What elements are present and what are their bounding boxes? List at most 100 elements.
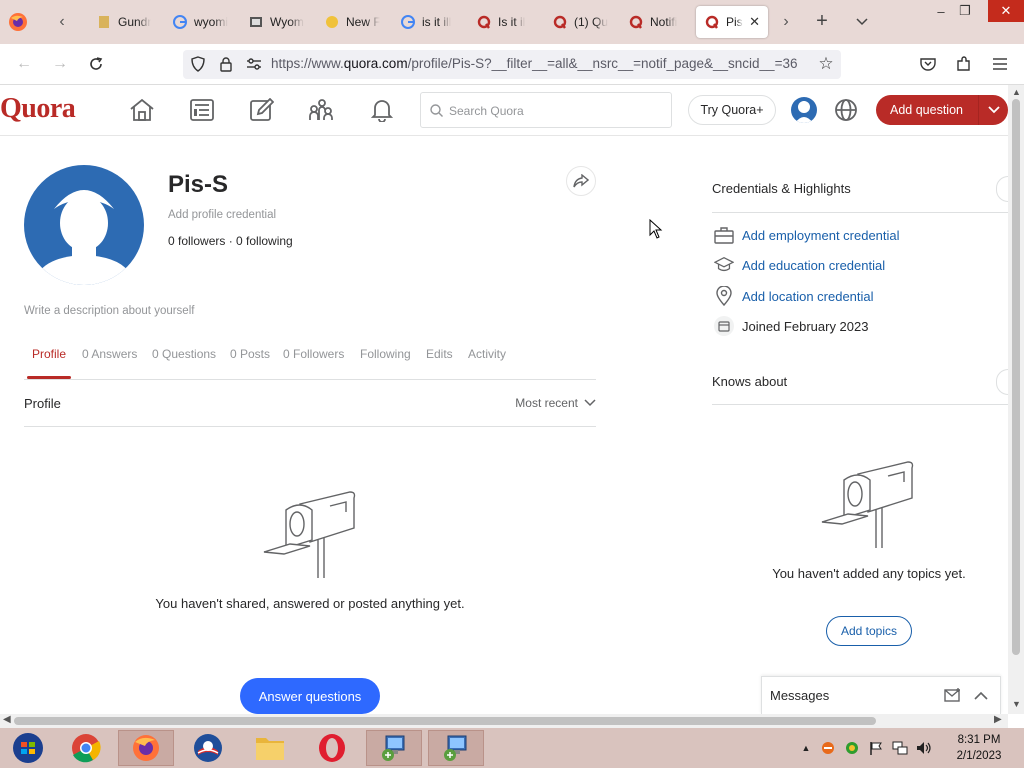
tab-posts[interactable]: 0 Posts: [230, 347, 270, 361]
spaces-people-icon[interactable]: [307, 95, 337, 125]
browser-tab-7[interactable]: (1) Qu: [552, 6, 608, 38]
pocket-icon[interactable]: [917, 53, 939, 75]
vertical-scrollbar[interactable]: ▲ ▼: [1008, 85, 1024, 714]
permissions-icon[interactable]: [243, 53, 265, 75]
scroll-right-icon[interactable]: ▶: [994, 714, 1002, 725]
tab-title: Wyom: [270, 15, 304, 29]
tab-answers[interactable]: 0 Answers: [82, 347, 137, 361]
add-question-button[interactable]: Add question: [876, 95, 1008, 125]
vertical-scrollbar-thumb[interactable]: [1012, 99, 1020, 655]
user-avatar[interactable]: [791, 97, 817, 123]
add-location-credential[interactable]: Add location credential: [714, 286, 874, 306]
add-employment-credential[interactable]: Add employment credential: [714, 225, 900, 245]
home-icon[interactable]: [127, 95, 157, 125]
obama-logo-icon[interactable]: [180, 730, 236, 766]
browser-tab-active[interactable]: Pis- ✕: [696, 6, 768, 38]
horizontal-scrollbar[interactable]: ◀ ▶: [0, 714, 1008, 728]
new-tab-icon[interactable]: +: [812, 10, 832, 32]
reload-icon[interactable]: [85, 53, 107, 75]
tab-scroll-left-icon[interactable]: ‹: [52, 12, 72, 32]
add-education-credential[interactable]: Add education credential: [714, 255, 885, 275]
profile-avatar[interactable]: [24, 165, 144, 285]
browser-tab-5[interactable]: is it ill: [400, 6, 451, 38]
try-quora-plus-button[interactable]: Try Quora+: [688, 95, 776, 125]
browser-tab-1[interactable]: Gundr: [96, 6, 151, 38]
file-explorer-icon[interactable]: [242, 730, 298, 766]
remote-desktop-icon[interactable]: [366, 730, 422, 766]
profile-name: Pis-S: [168, 171, 229, 198]
new-message-icon[interactable]: [944, 687, 962, 705]
notifications-bell-icon[interactable]: [367, 95, 397, 125]
scroll-down-icon[interactable]: ▼: [1012, 699, 1021, 709]
tab-followers[interactable]: 0 Followers: [283, 347, 344, 361]
system-clock[interactable]: 8:31 PM 2/1/2023: [944, 732, 1014, 764]
close-window-icon[interactable]: ✕: [988, 0, 1024, 22]
network-icon[interactable]: [892, 740, 908, 756]
scroll-up-icon[interactable]: ▲: [1012, 87, 1021, 97]
url-bar[interactable]: https://www.quora.com/profile/Pis-S?__fi…: [183, 50, 841, 79]
share-profile-icon[interactable]: [566, 166, 596, 196]
browser-tab-3[interactable]: Wyom: [248, 6, 304, 38]
opera-icon[interactable]: [304, 730, 360, 766]
hamburger-menu-icon[interactable]: [989, 53, 1011, 75]
tray-security-icon[interactable]: [844, 740, 860, 756]
volume-icon[interactable]: [916, 740, 932, 756]
firefox-menu-icon[interactable]: [8, 12, 28, 32]
browser-tab-2[interactable]: wyomi: [172, 6, 228, 38]
clock-date: 2/1/2023: [956, 750, 1002, 762]
chevron-up-icon[interactable]: [974, 688, 990, 704]
profile-description-placeholder[interactable]: Write a description about yourself: [24, 305, 194, 317]
empty-mailbox-icon: [260, 488, 360, 582]
followers-count[interactable]: 0 followers · 0 following: [168, 234, 293, 248]
tab-activity[interactable]: Activity: [468, 347, 506, 361]
close-tab-icon[interactable]: ✕: [749, 14, 760, 30]
chrome-icon[interactable]: [58, 730, 114, 766]
sort-label: Most recent: [515, 396, 578, 410]
browser-tab-4[interactable]: New F: [324, 6, 380, 38]
tab-scroll-right-icon[interactable]: ›: [776, 12, 796, 32]
tracking-shield-icon[interactable]: [187, 53, 209, 75]
forward-icon[interactable]: →: [49, 53, 71, 75]
bookmark-star-icon[interactable]: ☆: [815, 53, 837, 75]
edit-topics-icon[interactable]: [996, 369, 1008, 395]
sort-dropdown[interactable]: Most recent: [515, 396, 596, 410]
tab-questions[interactable]: 0 Questions: [152, 347, 216, 361]
mouse-cursor-icon: [649, 218, 663, 239]
browser-tab-8[interactable]: Notifi: [628, 6, 677, 38]
remote-desktop-icon-2[interactable]: [428, 730, 484, 766]
action-center-flag-icon[interactable]: [868, 740, 884, 756]
show-hidden-icons-icon[interactable]: ▲: [798, 740, 814, 756]
browser-tab-6[interactable]: Is it il: [476, 6, 525, 38]
edit-credentials-icon[interactable]: [996, 176, 1008, 202]
list-tabs-icon[interactable]: [852, 12, 872, 32]
start-button-icon[interactable]: [0, 730, 56, 766]
empty-topics-text: You haven't added any topics yet.: [772, 566, 966, 581]
firefox-taskbar-icon[interactable]: [118, 730, 174, 766]
extensions-icon[interactable]: [953, 53, 975, 75]
briefcase-icon: [714, 225, 734, 245]
answer-pencil-icon[interactable]: [247, 95, 277, 125]
restore-window-icon[interactable]: ❐: [950, 0, 980, 22]
back-icon[interactable]: ←: [13, 53, 35, 75]
tray-app-icon[interactable]: [820, 740, 836, 756]
tab-edits[interactable]: Edits: [426, 347, 453, 361]
messages-panel[interactable]: Messages: [761, 676, 1001, 714]
language-globe-icon[interactable]: [834, 98, 858, 122]
quora-icon: [552, 14, 568, 30]
tab-title: Gundr: [118, 15, 152, 29]
tab-following[interactable]: Following: [360, 347, 411, 361]
add-profile-credential-link[interactable]: Add profile credential: [168, 209, 276, 221]
add-topics-button[interactable]: Add topics: [826, 616, 912, 646]
quora-logo[interactable]: Quora: [0, 93, 76, 125]
scroll-left-icon[interactable]: ◀: [3, 714, 11, 725]
chevron-down-icon[interactable]: [978, 95, 1008, 125]
page-icon: [324, 14, 340, 30]
lock-icon[interactable]: [215, 53, 237, 75]
page-icon: [96, 14, 112, 30]
answer-questions-button[interactable]: Answer questions: [240, 678, 380, 714]
search-input[interactable]: Search Quora: [420, 92, 672, 128]
tab-profile[interactable]: Profile: [32, 347, 66, 361]
horizontal-scrollbar-thumb[interactable]: [14, 717, 876, 725]
following-feed-icon[interactable]: [187, 95, 217, 125]
profile-section-header: Profile Most recent: [24, 380, 596, 427]
